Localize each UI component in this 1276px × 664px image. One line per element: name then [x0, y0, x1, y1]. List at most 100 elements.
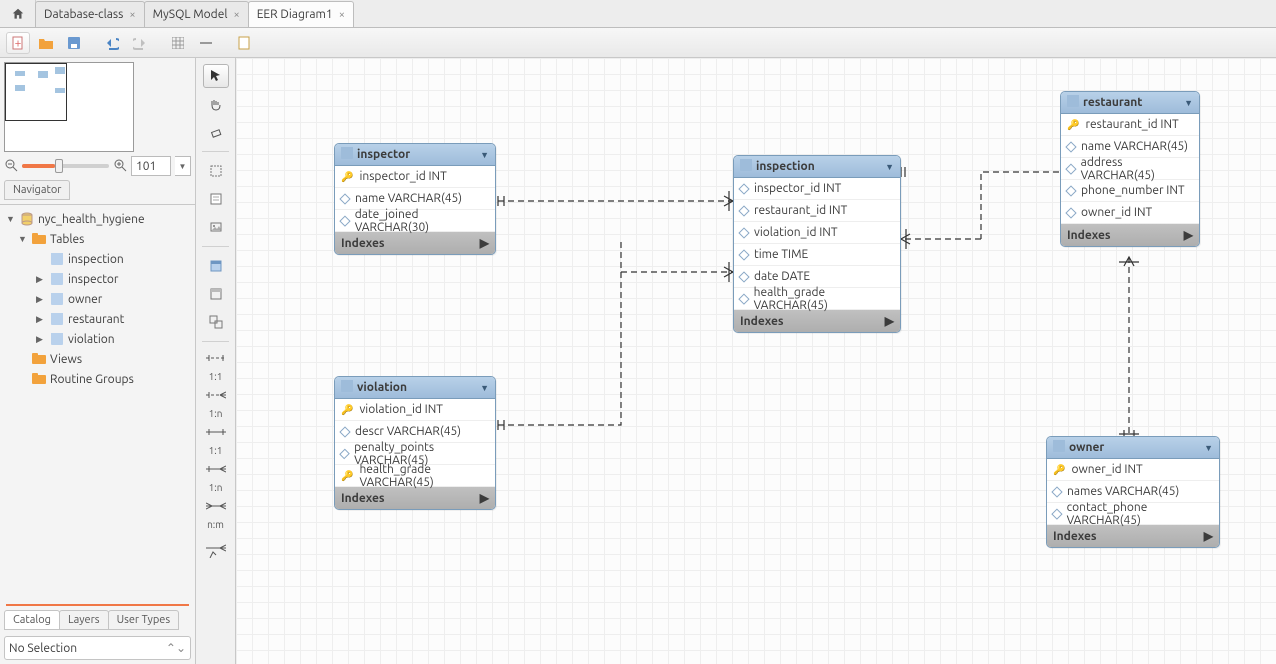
close-icon[interactable]: ×	[339, 9, 345, 21]
tree-db-node[interactable]: ▼ nyc_health_hygiene	[0, 209, 195, 229]
tab-eer-diagram[interactable]: EER Diagram1 ×	[248, 1, 354, 27]
align-button[interactable]	[194, 32, 218, 54]
tab-mysql-model[interactable]: MySQL Model ×	[144, 1, 249, 27]
expand-icon: ▶	[1204, 529, 1213, 543]
user-types-tab[interactable]: User Types	[108, 610, 180, 630]
entity-header[interactable]: inspector ▼	[335, 144, 495, 166]
entity-header[interactable]: violation ▼	[335, 377, 495, 399]
navigator-tab-label[interactable]: Navigator	[4, 180, 70, 200]
new-file-button[interactable]: +	[6, 32, 30, 54]
relation-1-1-id[interactable]	[203, 423, 229, 441]
collapse-icon[interactable]: ▼	[480, 383, 489, 393]
layer-tool[interactable]	[203, 159, 229, 183]
image-tool[interactable]	[203, 215, 229, 239]
zoom-dropdown[interactable]: ▼	[175, 156, 191, 176]
undo-button[interactable]	[100, 32, 124, 54]
close-icon[interactable]: ×	[233, 9, 239, 21]
minimap[interactable]	[4, 62, 134, 152]
tree-routines-node[interactable]: Routine Groups	[0, 369, 195, 389]
entity-header[interactable]: inspection ▼	[734, 156, 900, 178]
entity-column[interactable]: 🔑health_grade VARCHAR(45)	[335, 465, 495, 487]
tree-table-item[interactable]: ▶ restaurant	[0, 309, 195, 329]
view-tool[interactable]	[203, 282, 229, 306]
entity-column[interactable]: address VARCHAR(45)	[1061, 158, 1199, 180]
disclosure-triangle-icon[interactable]: ▼	[18, 234, 28, 244]
entity-column[interactable]: 🔑owner_id INT	[1047, 459, 1219, 481]
entity-restaurant[interactable]: restaurant ▼ 🔑restaurant_id INT name VAR…	[1060, 91, 1200, 247]
entity-column[interactable]: restaurant_id INT	[734, 200, 900, 222]
diamond-icon	[738, 183, 749, 194]
entity-indexes-row[interactable]: Indexes▶	[335, 487, 495, 509]
collapse-icon[interactable]: ▼	[1204, 443, 1213, 453]
entity-column[interactable]: health_grade VARCHAR(45)	[734, 288, 900, 310]
disclosure-triangle-icon[interactable]: ▶	[36, 274, 46, 285]
eraser-tool[interactable]	[203, 120, 229, 144]
tree-table-item[interactable]: ▶ owner	[0, 289, 195, 309]
relation-n-m[interactable]	[203, 497, 229, 515]
layers-tab[interactable]: Layers	[59, 610, 109, 630]
entity-indexes-row[interactable]: Indexes▶	[734, 310, 900, 332]
table-icon	[50, 292, 64, 306]
diamond-icon	[738, 271, 749, 282]
column-label: date DATE	[754, 270, 810, 283]
tree-views-node[interactable]: Views	[0, 349, 195, 369]
collapse-icon[interactable]: ▼	[885, 162, 894, 172]
entity-violation[interactable]: violation ▼ 🔑violation_id INT descr VARC…	[334, 376, 496, 510]
entity-column[interactable]: 🔑inspector_id INT	[335, 166, 495, 188]
entity-indexes-row[interactable]: Indexes▶	[1061, 224, 1199, 246]
grid-toggle-button[interactable]	[166, 32, 190, 54]
relation-1-1-nonid[interactable]	[203, 349, 229, 367]
entity-column[interactable]: phone_number INT	[1061, 180, 1199, 202]
pointer-tool[interactable]	[203, 64, 229, 88]
zoom-in-icon[interactable]	[113, 158, 127, 175]
entity-header[interactable]: owner ▼	[1047, 437, 1219, 459]
entity-indexes-row[interactable]: Indexes▶	[335, 232, 495, 254]
collapse-icon[interactable]: ▼	[1184, 98, 1193, 108]
home-tab[interactable]	[0, 0, 36, 27]
disclosure-triangle-icon[interactable]: ▶	[36, 334, 46, 345]
zoom-slider[interactable]	[22, 164, 109, 168]
entity-owner[interactable]: owner ▼ 🔑owner_id INT names VARCHAR(45) …	[1046, 436, 1220, 548]
entity-title: inspection	[756, 160, 815, 173]
save-button[interactable]	[62, 32, 86, 54]
entity-column[interactable]: owner_id INT	[1061, 202, 1199, 224]
entity-column[interactable]: date_joined VARCHAR(30)	[335, 210, 495, 232]
disclosure-triangle-icon[interactable]: ▼	[6, 214, 16, 224]
tab-database-class[interactable]: Database-class ×	[35, 1, 145, 27]
disclosure-triangle-icon[interactable]: ▶	[36, 294, 46, 305]
validate-button[interactable]	[232, 32, 256, 54]
entity-inspection[interactable]: inspection ▼ inspector_id INT restaurant…	[733, 155, 901, 333]
close-icon[interactable]: ×	[129, 9, 135, 21]
table-tool[interactable]	[203, 254, 229, 278]
zoom-value-input[interactable]	[131, 156, 171, 176]
entity-inspector[interactable]: inspector ▼ 🔑inspector_id INT name VARCH…	[334, 143, 496, 255]
entity-indexes-row[interactable]: Indexes▶	[1047, 525, 1219, 547]
note-tool[interactable]	[203, 187, 229, 211]
redo-button[interactable]	[128, 32, 152, 54]
routine-tool[interactable]	[203, 310, 229, 334]
entity-header[interactable]: restaurant ▼	[1061, 92, 1199, 114]
entity-column[interactable]: 🔑violation_id INT	[335, 399, 495, 421]
tree-table-item[interactable]: ▶ violation	[0, 329, 195, 349]
disclosure-triangle-icon[interactable]: ▶	[36, 314, 46, 325]
tree-table-item[interactable]: inspection	[0, 249, 195, 269]
relation-existing-cols[interactable]	[203, 542, 229, 560]
entity-column[interactable]: inspector_id INT	[734, 178, 900, 200]
relation-1-n-id[interactable]	[203, 460, 229, 478]
diagram-canvas[interactable]: inspector ▼ 🔑inspector_id INT name VARCH…	[236, 58, 1276, 664]
tree-tables-node[interactable]: ▼ Tables	[0, 229, 195, 249]
entity-column[interactable]: violation_id INT	[734, 222, 900, 244]
eraser-icon	[209, 125, 223, 139]
selection-dropdown[interactable]: No Selection ⌃⌄	[4, 636, 191, 660]
catalog-tab[interactable]: Catalog	[4, 610, 60, 630]
tree-table-item[interactable]: ▶ inspector	[0, 269, 195, 289]
collapse-icon[interactable]: ▼	[480, 150, 489, 160]
relation-1-n-nonid[interactable]	[203, 386, 229, 404]
entity-column[interactable]: 🔑restaurant_id INT	[1061, 114, 1199, 136]
column-label: name VARCHAR(45)	[355, 192, 462, 205]
hand-tool[interactable]	[203, 92, 229, 116]
open-button[interactable]	[34, 32, 58, 54]
entity-column[interactable]: time TIME	[734, 244, 900, 266]
zoom-out-icon[interactable]	[4, 158, 18, 175]
entity-column[interactable]: contact_phone VARCHAR(45)	[1047, 503, 1219, 525]
